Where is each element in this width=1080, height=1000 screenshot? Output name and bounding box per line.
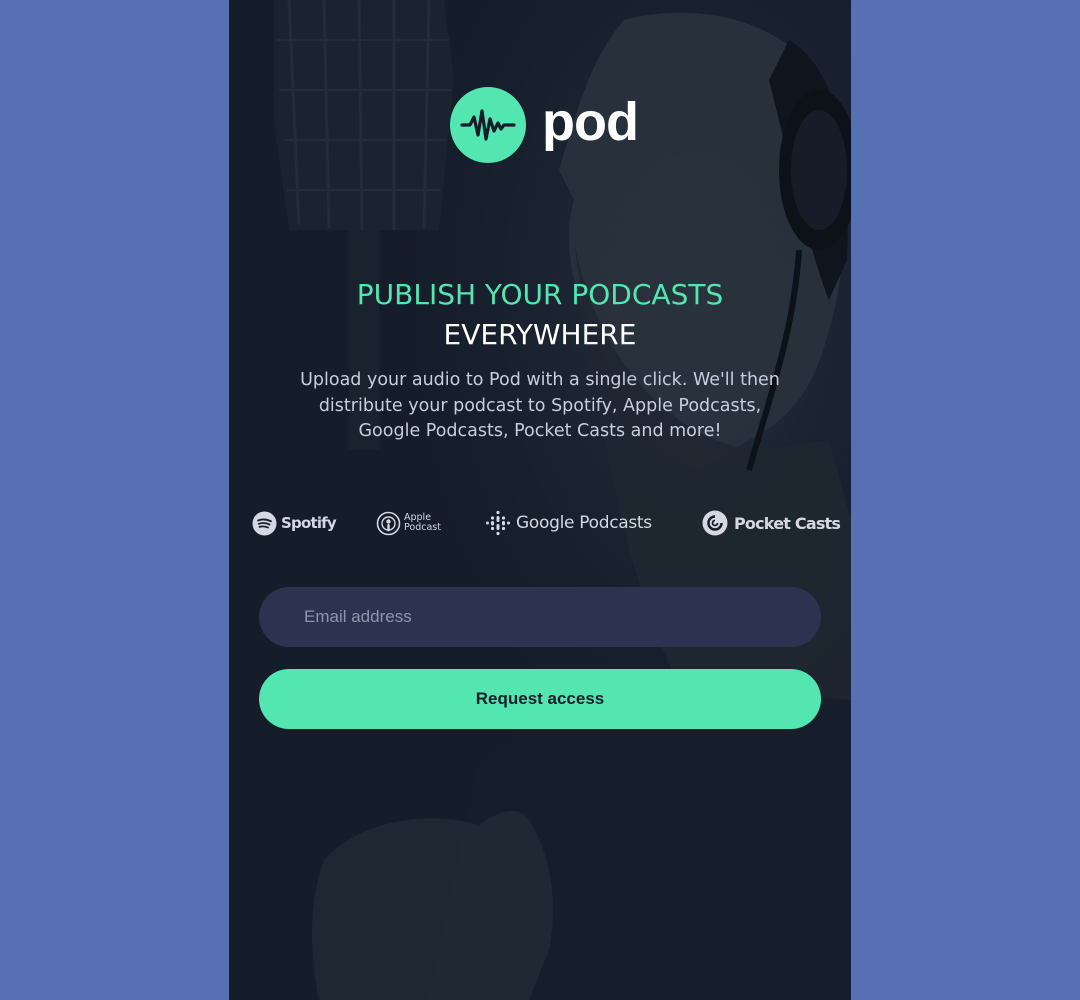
spotify-label: Spotify [281,514,337,532]
pocket-casts-label: Pocket Casts [734,513,841,533]
apple-podcasts-icon [376,511,401,536]
request-access-button[interactable]: Request access [259,669,821,729]
apple-label-line2: Podcast [404,522,441,533]
landing-page: pod PUBLISH YOUR PODCASTS EVERYWHERE Upl… [229,0,851,1000]
brand-name: pod [542,92,639,152]
pocket-casts-icon [702,510,728,536]
hero-description: Upload your audio to Pod with a single c… [300,370,780,441]
spotify-icon [252,511,277,536]
waveform-icon [450,87,526,163]
platform-spotify: Spotify [252,505,337,541]
platform-google-podcasts: Google Podcasts [485,505,652,541]
google-podcasts-icon [485,510,511,536]
platform-logos: Spotify Apple Podcast Google Podcasts Po… [229,505,851,541]
email-field[interactable] [259,587,821,647]
headline-main: EVERYWHERE [443,318,637,351]
headline-accent: PUBLISH YOUR PODCASTS [356,278,724,311]
platform-pocket-casts: Pocket Casts [702,505,841,541]
google-podcasts-label: Google Podcasts [516,513,652,533]
brand-logo: pod [450,87,639,163]
platform-apple-podcasts: Apple Podcast [376,505,441,541]
